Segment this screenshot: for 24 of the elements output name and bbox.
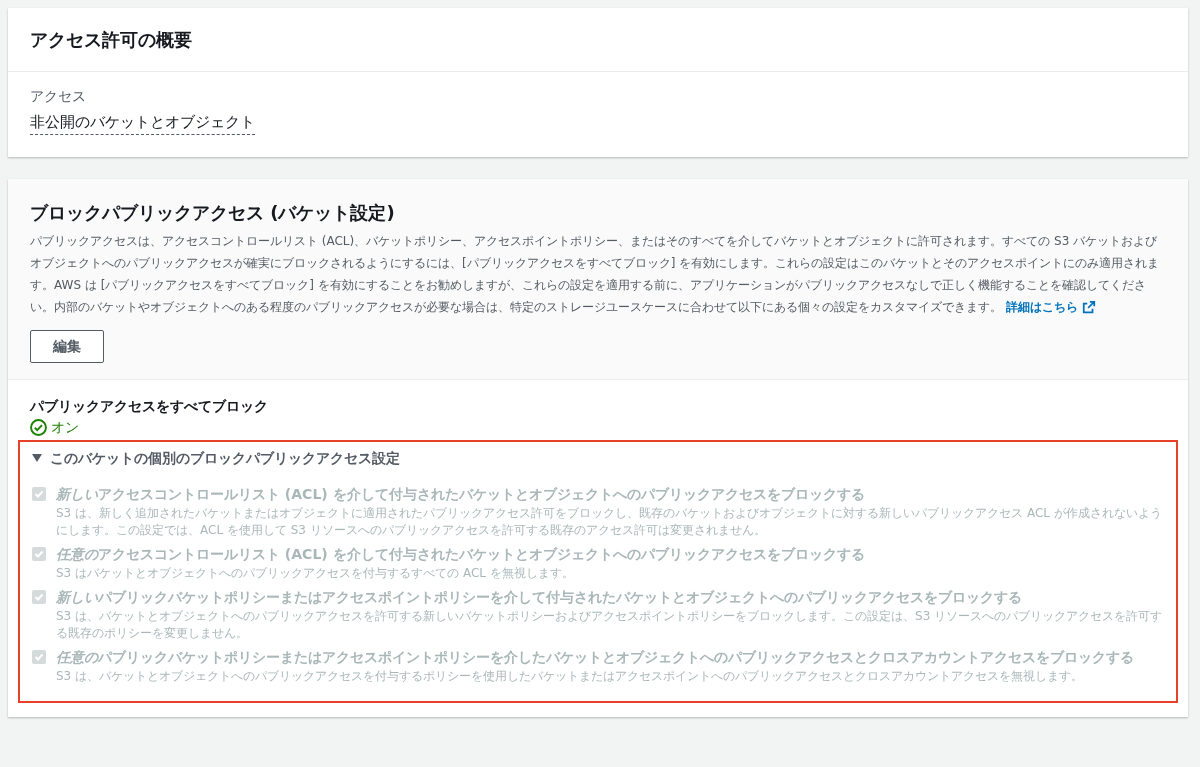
- checkbox-description: S3 は、新しく追加されたバケットまたはオブジェクトに適用されたパブリックアクセス許可をブロックし、既存のバケットおよびオブジェクトに対する新しいパブリックアクセス ACL が作成されないようにします。この設定では、ACL を使用して S3 リソースへのパブリックアクセスを許可する既存のアクセス許可は変更されません。: [56, 504, 1163, 539]
- check-icon: [34, 548, 44, 559]
- check-icon: [34, 591, 44, 602]
- card-title: ブロックパブリックアクセス (バケット設定): [30, 200, 395, 225]
- setting-label: パブリックアクセスをすべてブロック: [30, 396, 268, 416]
- access-value[interactable]: 非公開のバケットとオブジェクト: [30, 111, 255, 135]
- description-text: パブリックアクセスは、アクセスコントロールリスト (ACL)、バケットポリシー、アクセスポイントポリシー、またはそのすべてを介してバケットとオブジェクトに許可されます。すべての S3 バケットおよびオブジェクトへのパブリックアクセスが確実にブロックされるようにするには、[パブリックアクセスをすべてブロック] を有効にします。これらの設定はこのバケットとそのアクセスポイントにのみ適用されます。AWS は [パブリックアクセスをすべてブロック] を有効にすることをお勧めしますが、これらの設定を適用する前に、アプリケーションがパブリックアクセスなしで正しく機能することを確認してください。内部のバケットやオブジェクトへのある程度のパブリックアクセスが必要な場合は、特定のストレージユースケースに合わせて以下にある個々の設定をカスタマイズできます。 詳細はこちら: [30, 229, 1166, 318]
- learn-more-link[interactable]: 詳細はこちら: [1005, 295, 1096, 318]
- caret-icon: [32, 453, 42, 463]
- checkbox-label: 任意のアクセスコントロールリスト (ACL) を介して付与されたバケットとオブジェクトへのパブリックアクセスをブロックする: [56, 544, 865, 564]
- field-label: アクセス: [30, 87, 86, 106]
- card-title: アクセス許可の概要: [30, 28, 193, 52]
- status-text: オン: [51, 417, 79, 437]
- checkbox-description: S3 は、バケットとオブジェクトへのパブリックアクセスを許可する新しいバケットポリシーおよびアクセスポイントポリシーをブロックします。この設定は、S3 リソースへのパブリックアクセスを許可する既存のポリシーを変更しません。: [56, 607, 1164, 642]
- checkbox-label: 新しいパブリックバケットポリシーまたはアクセスポイントポリシーを介して付与されたバケットとオブジェクトへのパブリックアクセスをブロックする: [56, 587, 1023, 607]
- edit-button[interactable]: 編集: [30, 329, 104, 363]
- checkbox-description: S3 はバケットとオブジェクトへのパブリックアクセスを付与するすべての ACL を無視します。: [56, 564, 575, 582]
- expandable-section-header[interactable]: このバケットの個別のブロックパブリックアクセス設定: [32, 447, 400, 469]
- check-icon: [34, 651, 44, 662]
- checkbox-label: 新しいアクセスコントロールリスト (ACL) を介して付与されたバケットとオブジェクトへのパブリックアクセスをブロックする: [56, 484, 866, 504]
- checkbox-description: S3 は、バケットとオブジェクトへのパブリックアクセスを付与するポリシーを使用したバケットまたはアクセスポイントへのパブリックアクセスとクロスアカウントアクセスを無視します。: [56, 667, 1085, 685]
- checkbox-label: 任意のパブリックバケットポリシーまたはアクセスポイントポリシーを介したバケットとオブジェクトへのパブリックアクセスとクロスアカウントアクセスをブロックする: [56, 647, 1134, 667]
- external-link-icon: [1081, 299, 1096, 314]
- check-icon: [34, 488, 44, 499]
